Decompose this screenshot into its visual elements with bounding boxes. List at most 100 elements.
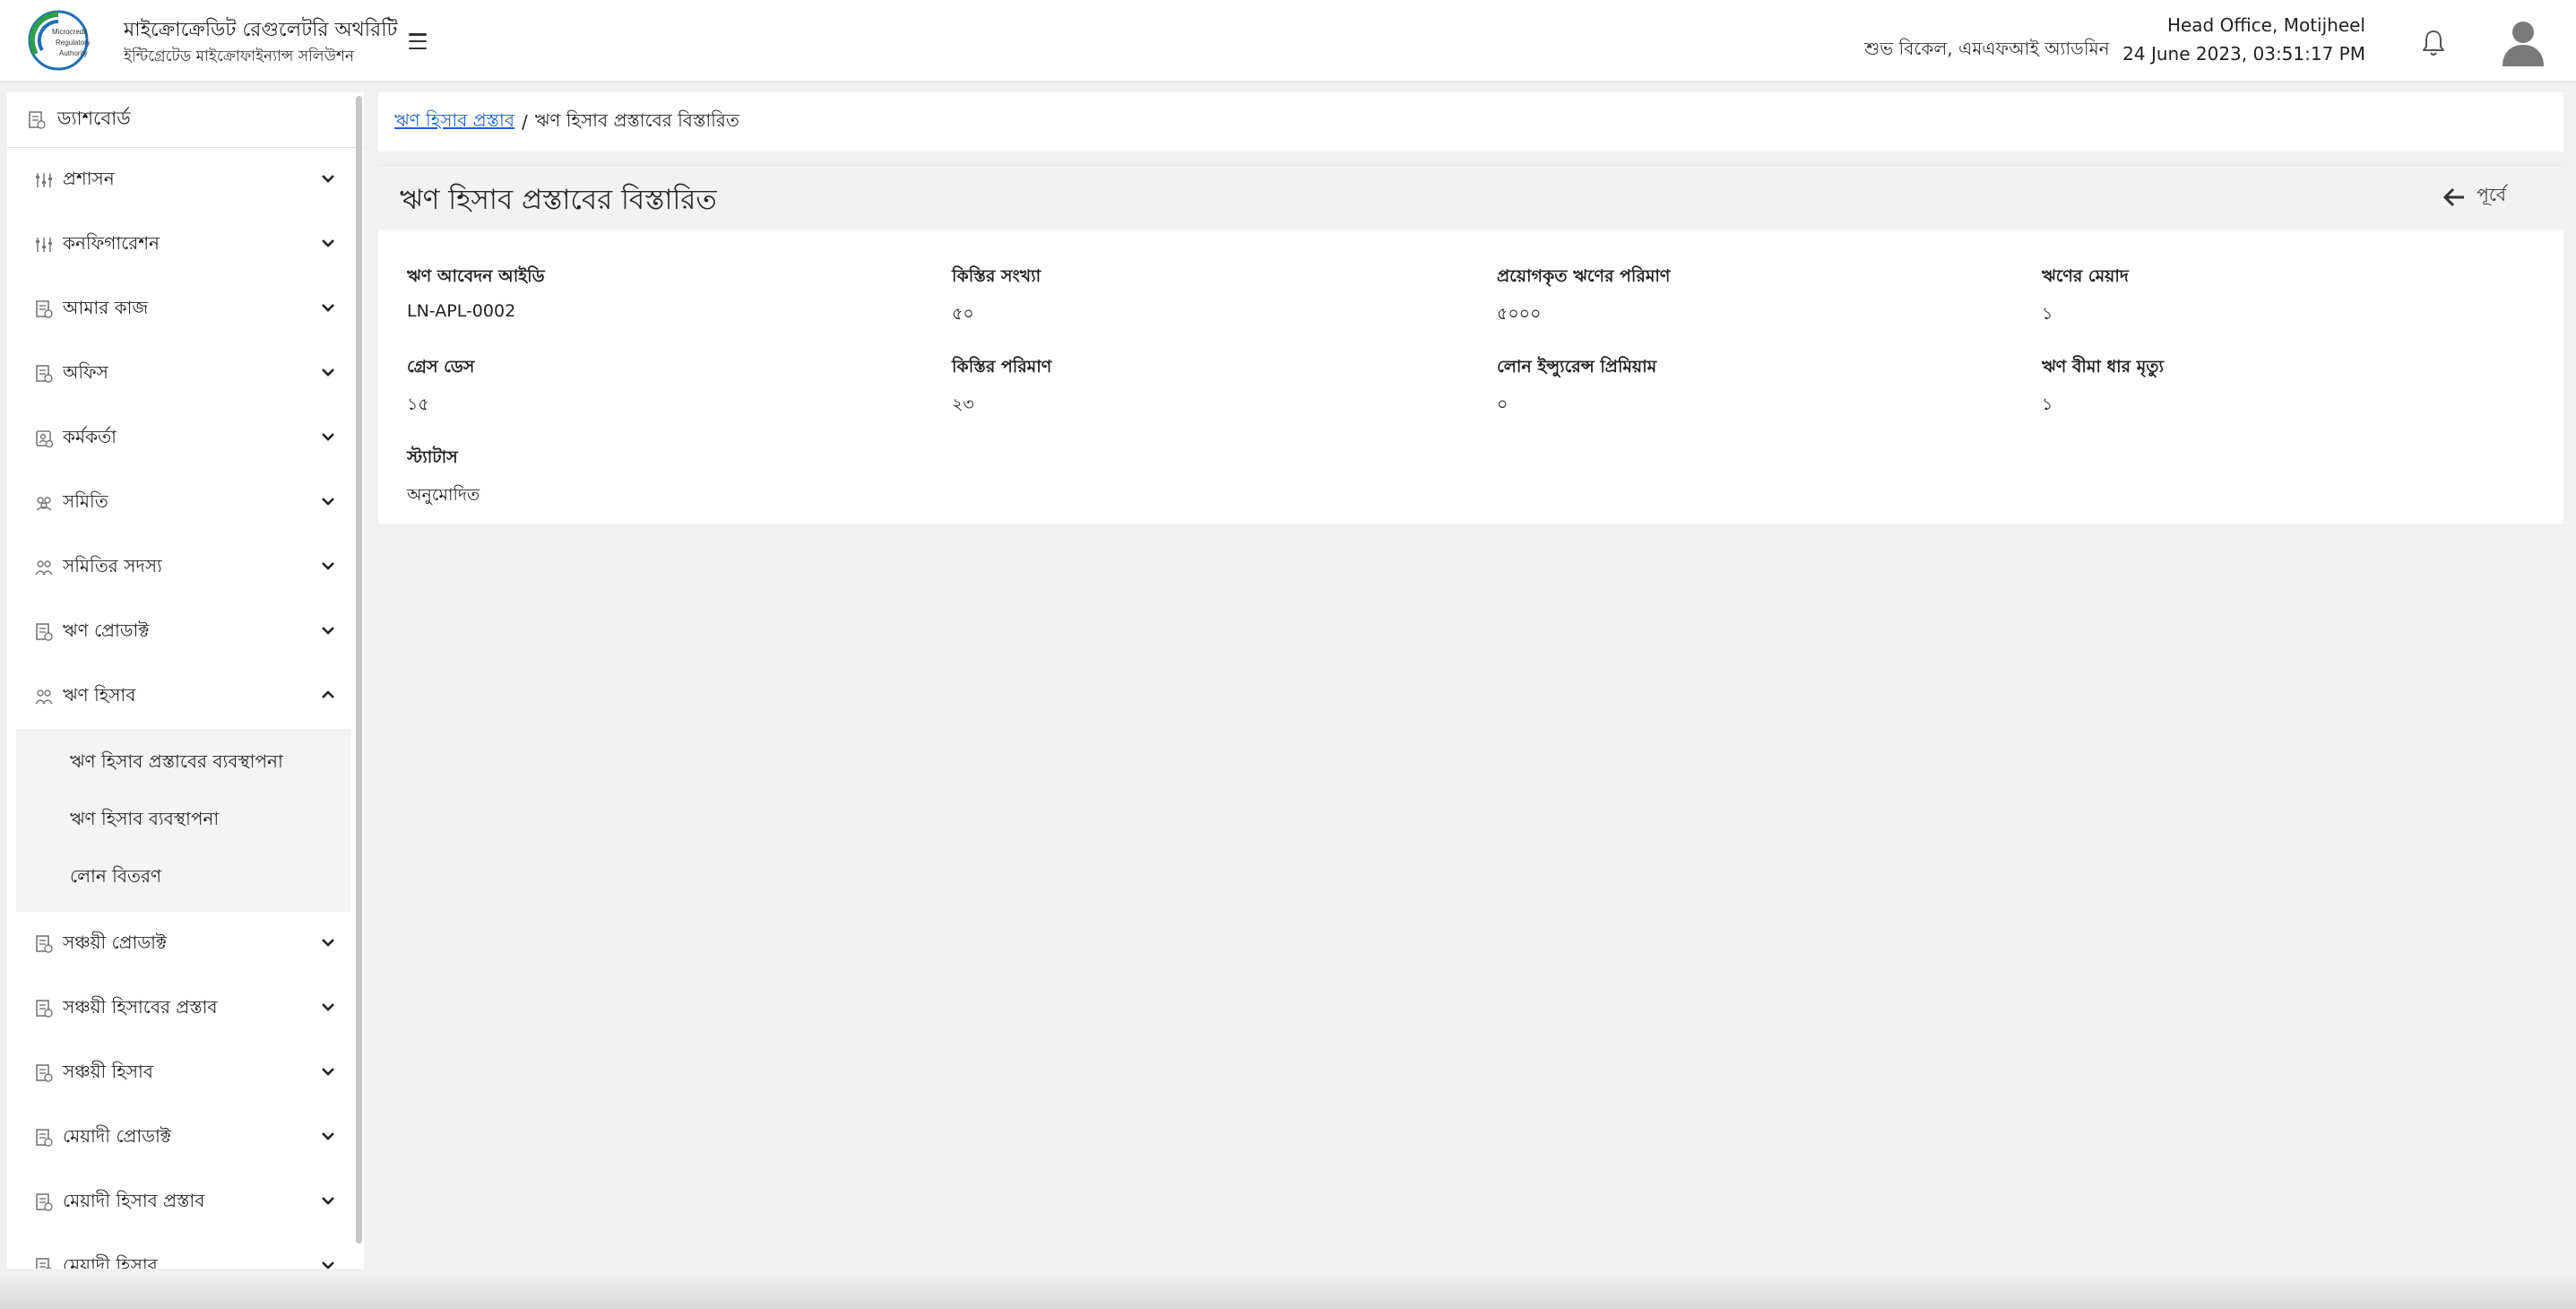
- sidebar-item-label: সমিতির সদস্য: [63, 554, 162, 576]
- field-value: ১: [2042, 304, 2053, 324]
- field-value: ০: [1497, 394, 1508, 414]
- submenu-item-loan-proposal-management[interactable]: ঋণ হিসাব প্রস্তাবের ব্যবস্থাপনা: [16, 734, 351, 792]
- chevron-up-icon: [322, 690, 334, 698]
- field-value: ১: [2042, 394, 2053, 414]
- brand-subtitle: ইন্টিগ্রেটেড মাইক্রোফাইন্যান্স সলিউশন: [124, 48, 355, 65]
- sidebar-item-label: ড্যাশবোর্ড: [57, 108, 131, 129]
- breadcrumb-separator: /: [521, 111, 528, 133]
- sidebar-item-label: সমিতি: [63, 490, 108, 512]
- sidebar-item-savings-product[interactable]: সঞ্চয়ী প্রোডাক্ট: [7, 912, 364, 976]
- submenu-item-loan-disbursement[interactable]: লোন বিতরণ: [16, 849, 351, 906]
- sidebar-item-savings-account[interactable]: সঞ্চয়ী হিসাব: [7, 1041, 364, 1105]
- sidebar-item-configuration[interactable]: কনফিগারেশন: [7, 212, 364, 277]
- field-label: স্ট্যাটাস: [407, 447, 458, 467]
- users-icon: [35, 689, 53, 705]
- document-icon: [36, 300, 53, 318]
- sidebar-item-term-account[interactable]: মেয়াদী হিসাব: [7, 1235, 364, 1269]
- window-bottom-edge: [0, 1271, 2576, 1309]
- field-label: ঋণ আবেদন আইডি: [407, 266, 545, 286]
- chevron-down-icon: [322, 1261, 334, 1269]
- field-label: প্রয়োগকৃত ঋণের পরিমাণ: [1497, 266, 1671, 286]
- sidebar-item-loan-product[interactable]: ঋণ প্রোডাক্ট: [7, 600, 364, 664]
- sidebar: ড্যাশবোর্ড প্রশাসন কনফিগারেশন আমার কাজ অফিস…: [7, 92, 364, 1269]
- chevron-down-icon: [322, 1197, 334, 1205]
- sidebar-menu: প্রশাসন কনফিগারেশন আমার কাজ অফিস কর্মকর্তা সম…: [7, 148, 364, 1269]
- sidebar-item-label: সঞ্চয়ী হিসাবের প্রস্তাব: [63, 995, 218, 1018]
- sidebar-item-label: আমার কাজ: [63, 296, 149, 318]
- sidebar-item-samity[interactable]: সমিতি: [7, 471, 364, 535]
- breadcrumb-link-loan-proposals[interactable]: ঋণ হিসাব প্রস্তাব: [394, 108, 514, 137]
- document-icon: [36, 935, 53, 953]
- field-loan-tenure: ঋণের মেয়াদ ১: [2042, 264, 2129, 330]
- field-insurance-death: ঋণ বীমা ধার মৃত্যু ১: [2042, 354, 2164, 420]
- field-installment-amount: কিস্তির পরিমাণ ২৩: [952, 354, 1051, 420]
- sidebar-item-officer[interactable]: কর্মকর্তা: [7, 406, 364, 471]
- mra-logo: Microcredit Regulatory Authority: [28, 10, 90, 71]
- chevron-down-icon: [322, 939, 334, 947]
- top-header: Microcredit Regulatory Authority মাইক্রো…: [0, 0, 2576, 81]
- sidebar-item-term-proposal[interactable]: মেয়াদী হিসাব প্রস্তাব: [7, 1170, 364, 1235]
- document-icon: [36, 1258, 52, 1269]
- page-title: ঋণ হিসাব প্রস্তাবের বিস্তারিত: [400, 184, 717, 216]
- svg-text:Authority: Authority: [59, 49, 88, 57]
- sidebar-item-label: অফিস: [63, 360, 108, 383]
- chevron-down-icon: [322, 1132, 334, 1140]
- back-button-label: পূর্বে: [2477, 184, 2506, 205]
- document-icon: [36, 1129, 53, 1147]
- svg-text:Microcredit: Microcredit: [52, 28, 88, 36]
- sidebar-item-office[interactable]: অফিস: [7, 342, 364, 406]
- sidebar-scrollbar[interactable]: [356, 96, 362, 1244]
- sidebar-item-my-work[interactable]: আমার কাজ: [7, 277, 364, 342]
- sidebar-item-loan-account[interactable]: ঋণ হিসাব: [7, 664, 364, 729]
- arrow-left-icon: [2443, 187, 2465, 206]
- field-installment-count: কিস্তির সংখ্যা ৫০: [952, 264, 1041, 330]
- field-label: লোন ইন্স্যুরেন্স প্রিমিয়াম: [1497, 357, 1657, 377]
- sidebar-item-samity-member[interactable]: সমিতির সদস্য: [7, 535, 364, 600]
- sidebar-item-label: মেয়াদী হিসাব: [63, 1253, 158, 1270]
- sidebar-item-label: প্রশাসন: [63, 167, 115, 189]
- sidebar-item-administration[interactable]: প্রশাসন: [7, 148, 364, 212]
- field-value: ৫০০০: [1497, 304, 1542, 324]
- user-avatar-icon[interactable]: [2501, 18, 2546, 66]
- document-icon: [36, 623, 53, 641]
- chevron-down-icon: [322, 1003, 334, 1011]
- breadcrumb-current: ঋণ হিসাব প্রস্তাবের বিস্তারিত: [534, 108, 739, 131]
- document-icon: [36, 1193, 53, 1211]
- field-label: ঋণ বীমা ধার মৃত্যু: [2042, 357, 2165, 377]
- field-insurance-premium: লোন ইন্স্যুরেন্স প্রিমিয়াম ০: [1497, 354, 1656, 420]
- sidebar-item-dashboard[interactable]: ড্যাশবোর্ড: [7, 92, 364, 148]
- sidebar-item-label: সঞ্চয়ী হিসাব: [63, 1060, 153, 1082]
- document-icon: [36, 1000, 53, 1018]
- greeting-text: শুভ বিকেল, এমএফআই অ্যাডমিন: [1864, 38, 2110, 59]
- menu-toggle-icon[interactable]: [405, 30, 430, 52]
- brand-title: মাইক্রোক্রেডিট রেগুলেটরি অথরিটি: [124, 19, 398, 41]
- field-loan-application-id: ঋণ আবেদন আইডি LN-APL-0002: [407, 264, 545, 321]
- chevron-down-icon: [322, 175, 334, 183]
- sliders-icon: [36, 173, 52, 187]
- field-value: ১৫: [407, 394, 429, 414]
- current-datetime: 24 June 2023, 03:51:17 PM: [2122, 43, 2365, 65]
- field-value: ৫০: [952, 304, 974, 324]
- field-status: স্ট্যাটাস অনুমোদিত: [407, 445, 480, 511]
- chevron-down-icon: [322, 562, 334, 570]
- field-applied-amount: প্রয়োগকৃত ঋণের পরিমাণ ৫০০০: [1497, 264, 1670, 330]
- document-icon: [29, 110, 46, 129]
- submenu-item-loan-account-management[interactable]: ঋণ হিসাব ব্যবস্থাপনা: [16, 792, 351, 849]
- id-card-icon: [36, 430, 54, 448]
- document-icon: [36, 365, 53, 383]
- notification-bell-icon[interactable]: [2420, 29, 2447, 57]
- field-value: অনুমোদিত: [407, 485, 480, 505]
- chevron-down-icon: [322, 239, 334, 247]
- field-label: কিস্তির সংখ্যা: [952, 266, 1042, 286]
- back-button[interactable]: পূর্বে: [2442, 182, 2506, 212]
- field-label: গ্রেস ডেস: [407, 357, 475, 377]
- sidebar-item-savings-proposal[interactable]: সঞ্চয়ী হিসাবের প্রস্তাব: [7, 976, 364, 1041]
- detail-card-header: ঋণ হিসাব প্রস্তাবের বিস্তারিত পূর্বে: [378, 165, 2563, 230]
- document-icon: [36, 1064, 53, 1082]
- field-label: ঋণের মেয়াদ: [2042, 266, 2129, 286]
- field-grace-days: গ্রেস ডেস ১৫: [407, 354, 474, 420]
- sidebar-item-label: কনফিগারেশন: [63, 231, 160, 254]
- sidebar-item-label: মেয়াদী হিসাব প্রস্তাব: [63, 1189, 205, 1211]
- office-name: Head Office, Motijheel: [2166, 14, 2365, 36]
- sidebar-item-term-product[interactable]: মেয়াদী প্রোডাক্ট: [7, 1105, 364, 1170]
